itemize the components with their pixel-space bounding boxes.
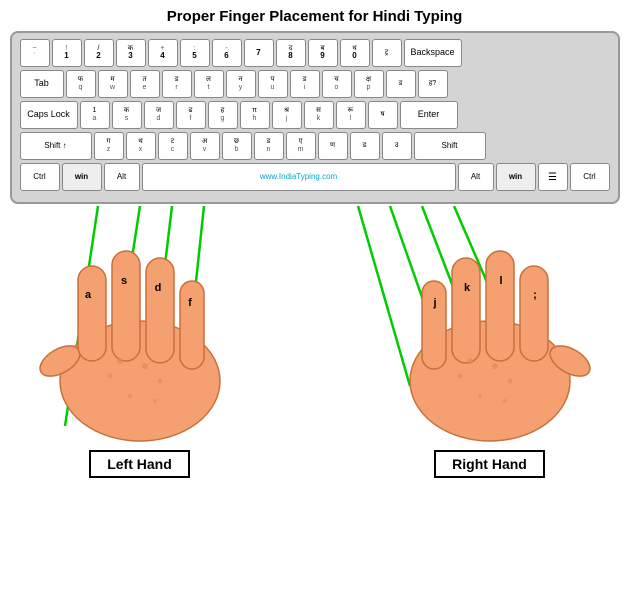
key-ctrl-left[interactable]: Ctrl	[20, 163, 60, 191]
key-bracket-l[interactable]: ड	[386, 70, 416, 98]
key-3[interactable]: क3	[116, 39, 146, 67]
key-z[interactable]: गz	[94, 132, 124, 160]
key-win-left[interactable]: win	[62, 163, 102, 191]
key-row-4: Ctrl win Alt www.IndiaTyping.com Alt win…	[20, 163, 610, 191]
key-0[interactable]: ध0	[340, 39, 370, 67]
left-hand-section: a s d f Left Hand	[20, 206, 260, 478]
svg-text:j: j	[432, 297, 436, 309]
key-x[interactable]: थx	[126, 132, 156, 160]
key-8[interactable]: द8	[276, 39, 306, 67]
key-f[interactable]: ढf	[176, 101, 206, 129]
key-backtick[interactable]: ~`	[20, 39, 50, 67]
key-v[interactable]: अv	[190, 132, 220, 160]
key-5[interactable]: :5	[180, 39, 210, 67]
key-k[interactable]: सk	[304, 101, 334, 129]
key-alt-right[interactable]: Alt	[458, 163, 494, 191]
key-c[interactable]: टc	[158, 132, 188, 160]
svg-text:k: k	[463, 282, 470, 294]
key-r[interactable]: डr	[162, 70, 192, 98]
key-g[interactable]: हg	[208, 101, 238, 129]
key-period[interactable]: ड	[350, 132, 380, 160]
key-bracket-r[interactable]: ह?	[418, 70, 448, 98]
key-tab[interactable]: Tab	[20, 70, 64, 98]
key-6[interactable]: -6	[212, 39, 242, 67]
key-minus[interactable]: ट्र	[372, 39, 402, 67]
keyboard: ~` !1 /2 क3 +4 :5 -6 7 द8 ब9 ध0 ट्र Back…	[10, 31, 620, 204]
key-7[interactable]: 7	[244, 39, 274, 67]
page-title: Proper Finger Placement for Hindi Typing	[167, 8, 463, 25]
key-shift-left[interactable]: Shift ↑	[20, 132, 92, 160]
key-j[interactable]: श्रj	[272, 101, 302, 129]
svg-text:d: d	[154, 282, 161, 294]
left-hand-svg: a s d f	[30, 206, 250, 446]
key-a[interactable]: 1a	[80, 101, 110, 129]
key-s[interactable]: कs	[112, 101, 142, 129]
key-l[interactable]: रूl	[336, 101, 366, 129]
key-1[interactable]: !1	[52, 39, 82, 67]
key-semicolon[interactable]: ष	[368, 101, 398, 129]
hands-area: a s d f Left Hand	[10, 206, 620, 506]
key-ctrl-right[interactable]: Ctrl	[570, 163, 610, 191]
right-hand-label: Right Hand	[434, 450, 545, 478]
key-row-1: Tab फq मw तe डr लt नy पu डi चo क्षp ड ह?	[20, 70, 610, 98]
right-hand-section: j k l ; Right Hand	[370, 206, 610, 478]
key-9[interactable]: ब9	[308, 39, 338, 67]
key-w[interactable]: मw	[98, 70, 128, 98]
key-win-right[interactable]: win	[496, 163, 536, 191]
key-p[interactable]: क्षp	[354, 70, 384, 98]
key-menu[interactable]: ☰	[538, 163, 568, 191]
key-t[interactable]: लt	[194, 70, 224, 98]
left-hand-label: Left Hand	[89, 450, 190, 478]
key-u[interactable]: पu	[258, 70, 288, 98]
key-enter[interactable]: Enter	[400, 101, 458, 129]
svg-text:f: f	[188, 297, 192, 309]
key-2[interactable]: /2	[84, 39, 114, 67]
key-4[interactable]: +4	[148, 39, 178, 67]
key-alt-left[interactable]: Alt	[104, 163, 140, 191]
key-backspace[interactable]: Backspace	[404, 39, 462, 67]
key-b[interactable]: छb	[222, 132, 252, 160]
right-hand-svg: j k l ;	[380, 206, 600, 446]
svg-text:;: ;	[533, 289, 537, 301]
key-row-2: Caps Lock 1a कs जd ढf हg πh श्रj सk रूl …	[20, 101, 610, 129]
key-slash[interactable]: उ	[382, 132, 412, 160]
svg-text:s: s	[120, 275, 126, 287]
key-d[interactable]: जd	[144, 101, 174, 129]
key-y[interactable]: नy	[226, 70, 256, 98]
key-row-0: ~` !1 /2 क3 +4 :5 -6 7 द8 ब9 ध0 ट्र Back…	[20, 39, 610, 67]
key-space[interactable]: www.IndiaTyping.com	[142, 163, 456, 191]
key-n[interactable]: डn	[254, 132, 284, 160]
key-shift-right[interactable]: Shift	[414, 132, 486, 160]
key-i[interactable]: डi	[290, 70, 320, 98]
key-caps-lock[interactable]: Caps Lock	[20, 101, 78, 129]
svg-text:l: l	[499, 275, 502, 287]
key-comma[interactable]: ण	[318, 132, 348, 160]
svg-text:a: a	[84, 289, 91, 301]
key-q[interactable]: फq	[66, 70, 96, 98]
key-e[interactable]: तe	[130, 70, 160, 98]
key-h[interactable]: πh	[240, 101, 270, 129]
key-o[interactable]: चo	[322, 70, 352, 98]
key-row-3: Shift ↑ गz थx टc अv छb डn एm ण ड उ Shift	[20, 132, 610, 160]
key-m[interactable]: एm	[286, 132, 316, 160]
